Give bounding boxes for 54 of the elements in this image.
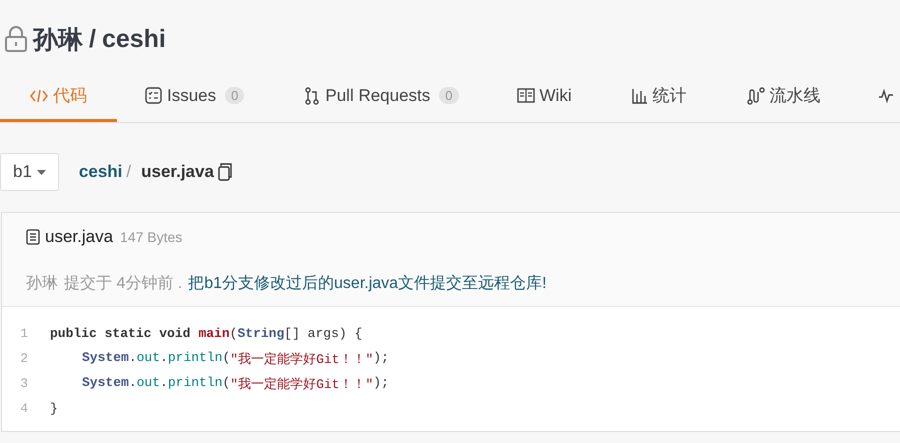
code-text: ); <box>373 374 389 392</box>
breadcrumb-file: user.java <box>141 162 214 182</box>
code-text: ); <box>373 350 389 366</box>
code-text: } <box>50 401 58 416</box>
repo-name[interactable]: ceshi <box>102 24 166 54</box>
code-text: . <box>128 374 137 392</box>
code-text: . <box>160 350 168 366</box>
line-number: 2 <box>19 351 29 366</box>
nav-tab[interactable]: Wiki <box>516 72 572 122</box>
pipeline-icon <box>746 86 765 104</box>
code-text: ( <box>230 326 238 341</box>
path-separator: / <box>126 162 132 182</box>
code-text: [] args) { <box>284 326 362 341</box>
code-string: "我一定能学好Git！！" <box>230 350 374 368</box>
code-type: System <box>82 350 129 366</box>
code-member: println <box>168 374 222 392</box>
code-function: main <box>198 326 230 341</box>
breadcrumb-link[interactable]: ceshi <box>78 162 122 182</box>
code-type: String <box>237 326 284 341</box>
code-text: . <box>160 374 168 392</box>
code-icon <box>30 88 48 104</box>
code-string: "我一定能学好Git！！" <box>230 376 374 392</box>
code-keyword: public static void <box>50 326 190 341</box>
nav-tab[interactable]: Issues 0 <box>145 72 244 122</box>
code-text: . <box>128 350 137 366</box>
code-member: out <box>136 350 160 366</box>
count-badge: 0 <box>439 87 458 104</box>
commit-time: 提交于 4分钟前 . <box>64 274 182 294</box>
line-number: 4 <box>19 401 29 416</box>
pulse-icon <box>878 88 893 104</box>
path-separator: / <box>89 24 96 54</box>
nav-tab[interactable]: 统计 <box>632 72 687 122</box>
code-member: println <box>168 350 222 366</box>
caret-icon <box>36 170 46 174</box>
file-name: user.java <box>45 227 114 247</box>
commit-message[interactable]: 把b1分支修改过后的user.java文件提交至远程仓库! <box>188 273 547 294</box>
book-icon <box>516 88 534 103</box>
nav-tab[interactable]: 流水线 <box>746 72 821 122</box>
repo-owner[interactable]: 孙琳 <box>33 22 83 56</box>
chart-icon <box>632 88 648 104</box>
file-size: 147 Bytes <box>120 229 182 245</box>
line-number: 3 <box>19 376 29 391</box>
copy-icon[interactable] <box>218 163 232 181</box>
merge-icon <box>304 86 320 104</box>
count-badge: 0 <box>225 87 244 104</box>
code-text: ( <box>222 374 230 392</box>
line-number: 1 <box>19 326 29 341</box>
code-member: out <box>136 374 160 392</box>
nav-tab[interactable]: Pull Requests 0 <box>304 72 458 122</box>
checklist-icon <box>145 87 162 104</box>
branch-dropdown[interactable]: b1 <box>0 153 59 191</box>
code-text: ( <box>222 350 230 366</box>
code-type: System <box>82 374 129 392</box>
file-icon <box>26 229 40 245</box>
